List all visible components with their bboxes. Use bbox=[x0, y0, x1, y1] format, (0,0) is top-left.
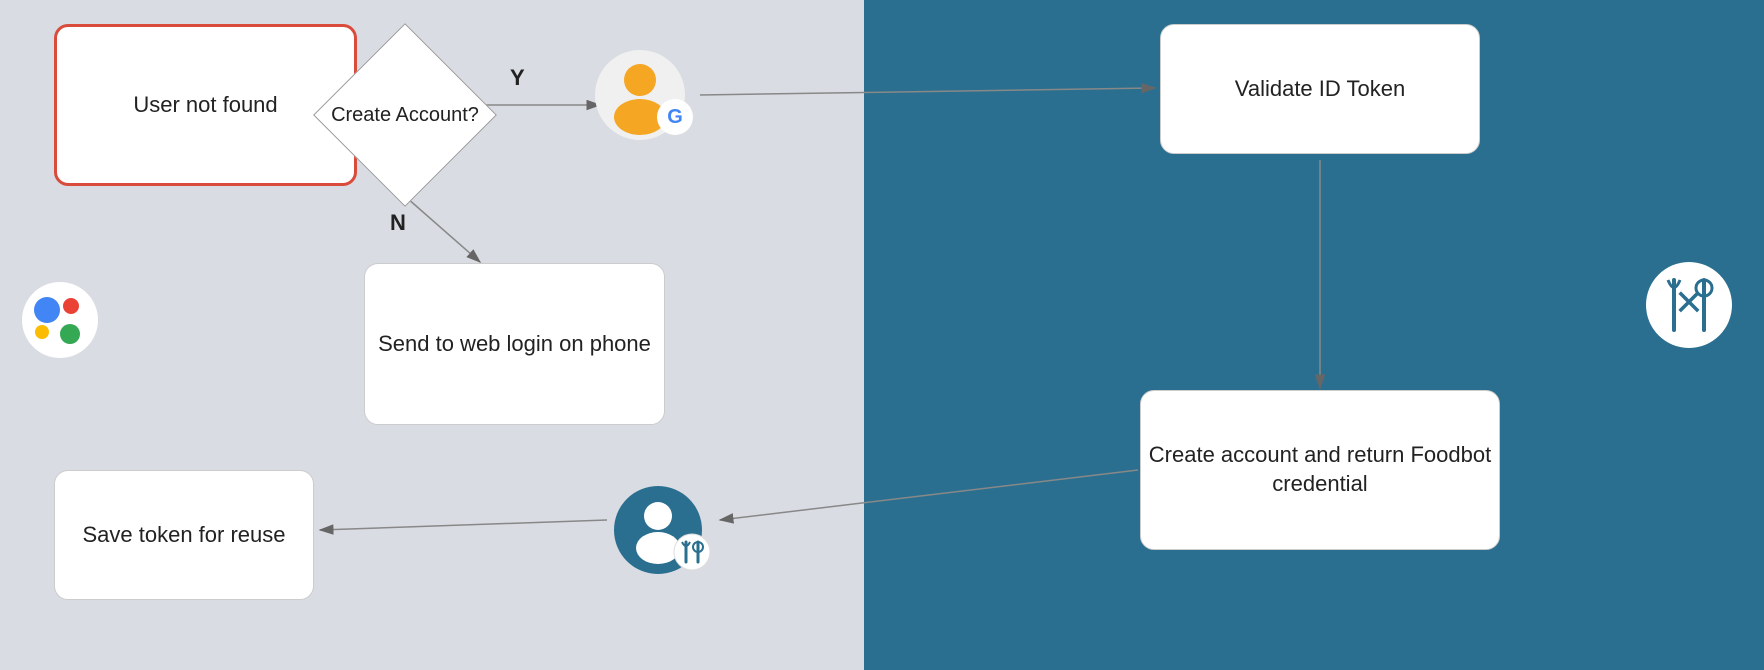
no-label: N bbox=[390, 210, 406, 236]
save-token-box: Save token for reuse bbox=[54, 470, 314, 600]
create-account-box: Create account and return Foodbot creden… bbox=[1140, 390, 1500, 550]
user-google-icon: G bbox=[590, 45, 690, 145]
svg-text:G: G bbox=[667, 106, 683, 128]
create-account-label: Create Account? bbox=[331, 104, 479, 127]
foodbot-right-icon: ✕ bbox=[1644, 260, 1734, 350]
create-account-diamond-container: Create Account? bbox=[320, 30, 490, 200]
send-to-web-box: Send to web login on phone bbox=[364, 263, 665, 425]
user-foodbot-icon bbox=[610, 480, 700, 570]
svg-text:✕: ✕ bbox=[1674, 282, 1704, 323]
user-not-found-box: User not found bbox=[54, 24, 357, 186]
validate-id-box: Validate ID Token bbox=[1160, 24, 1480, 154]
google-assistant-icon bbox=[20, 280, 100, 360]
yes-label: Y bbox=[510, 65, 525, 91]
diagram-container: User not found Create Account? Y N Send … bbox=[0, 0, 1764, 670]
